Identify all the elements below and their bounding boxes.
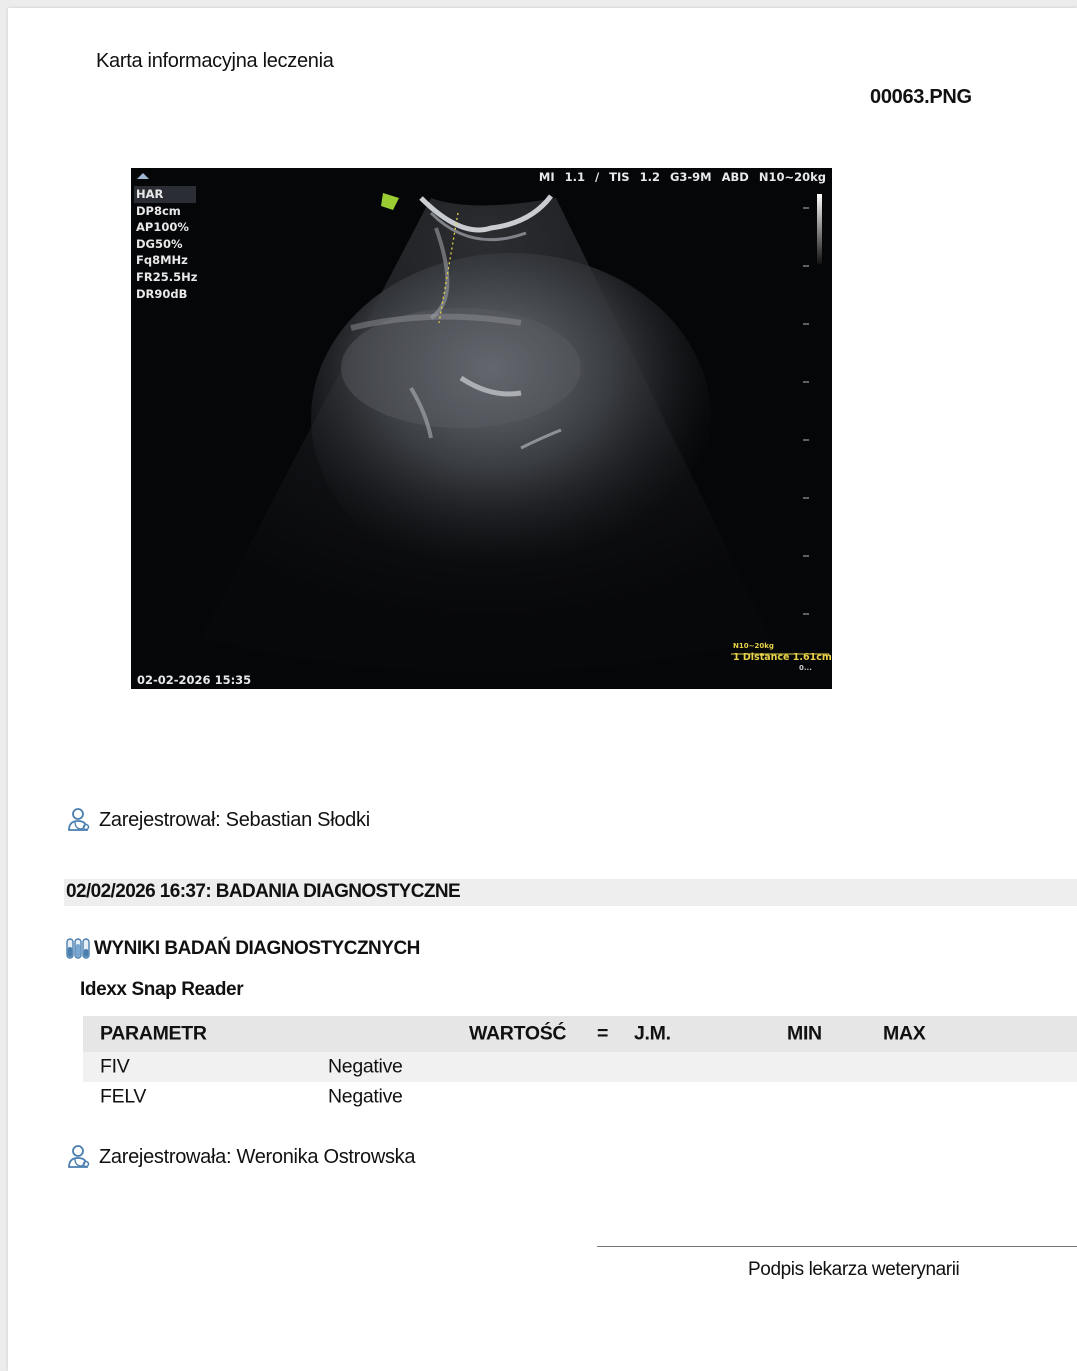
table-row: FIV Negative xyxy=(83,1052,1077,1082)
ultrasound-datetime: 02-02-2026 15:35 xyxy=(137,673,252,687)
registered-by-1: Zarejestrował: Sebastian Słodki xyxy=(66,808,370,832)
doctor-icon xyxy=(68,1145,90,1168)
signature-label: Podpis lekarza weterynarii xyxy=(748,1259,960,1280)
param-dg: DG50% xyxy=(136,236,183,251)
param-frequency: Fq8MHz xyxy=(136,253,188,268)
results-heading: WYNIKI BADAŃ DIAGNOSTYCZNYCH xyxy=(66,938,420,960)
col-max: MAX xyxy=(883,1022,926,1045)
param-har: HAR xyxy=(134,186,196,203)
col-param: PARAMETR xyxy=(100,1022,207,1045)
doctor-icon xyxy=(68,808,90,831)
row-value: Negative xyxy=(328,1085,403,1108)
test-name: Idexx Snap Reader xyxy=(80,979,244,1000)
col-eq: = xyxy=(597,1022,609,1045)
col-value: WARTOŚĆ xyxy=(469,1022,567,1045)
ultrasound-scan-graphic xyxy=(201,193,829,673)
table-header-row: PARAMETR WARTOŚĆ = J.M. MIN MAX xyxy=(83,1016,1077,1052)
registered-by-1-text: Zarejestrował: Sebastian Słodki xyxy=(99,808,370,831)
document-title: Karta informacyjna leczenia xyxy=(96,50,334,72)
row-param: FELV xyxy=(100,1085,147,1108)
param-dynamic-range: DR90dB xyxy=(136,286,188,301)
ultrasound-header: MI 1.1 / TIS 1.2 G3-9M ABD N10~20kg xyxy=(538,170,826,184)
document-page: Karta informacyjna leczenia 00063.PNG HA… xyxy=(8,8,1077,1371)
ultrasound-parameters: HAR DP8cm AP100% DG50% Fq8MHz FR25.5Hz D… xyxy=(134,186,199,302)
row-param: FIV xyxy=(100,1055,130,1078)
test-tubes-icon xyxy=(66,938,90,959)
measurement-sub: 0... xyxy=(799,664,812,672)
measurement-preset: N10~20kg xyxy=(733,642,774,650)
param-depth: DP8cm xyxy=(136,203,181,218)
attachment-file-name: 00063.PNG xyxy=(870,86,972,108)
measurement-distance: 1 Distance 1.61cm xyxy=(733,652,832,663)
col-min: MIN xyxy=(787,1022,822,1045)
section-title: 02/02/2026 16:37: BADANIA DIAGNOSTYCZNE xyxy=(66,881,461,902)
section-header-bar: 02/02/2026 16:37: BADANIA DIAGNOSTYCZNE xyxy=(64,879,1077,906)
registered-by-2-text: Zarejestrowała: Weronika Ostrowska xyxy=(99,1145,416,1168)
device-logo-icon xyxy=(137,173,149,179)
param-frame-rate: FR25.5Hz xyxy=(136,269,198,284)
signature-line xyxy=(597,1246,1077,1247)
results-title: WYNIKI BADAŃ DIAGNOSTYCZNYCH xyxy=(94,938,420,959)
col-unit: J.M. xyxy=(634,1022,671,1045)
results-table: PARAMETR WARTOŚĆ = J.M. MIN MAX FIV Nega… xyxy=(83,1016,1077,1112)
table-row: FELV Negative xyxy=(83,1082,1077,1112)
ultrasound-image: HAR DP8cm AP100% DG50% Fq8MHz FR25.5Hz D… xyxy=(131,168,832,689)
param-ap: AP100% xyxy=(136,220,189,235)
registered-by-2: Zarejestrowała: Weronika Ostrowska xyxy=(66,1145,416,1169)
row-value: Negative xyxy=(328,1055,403,1078)
ultrasound-measurement: N10~20kg 1 Distance 1.61cm 0... xyxy=(733,641,832,674)
